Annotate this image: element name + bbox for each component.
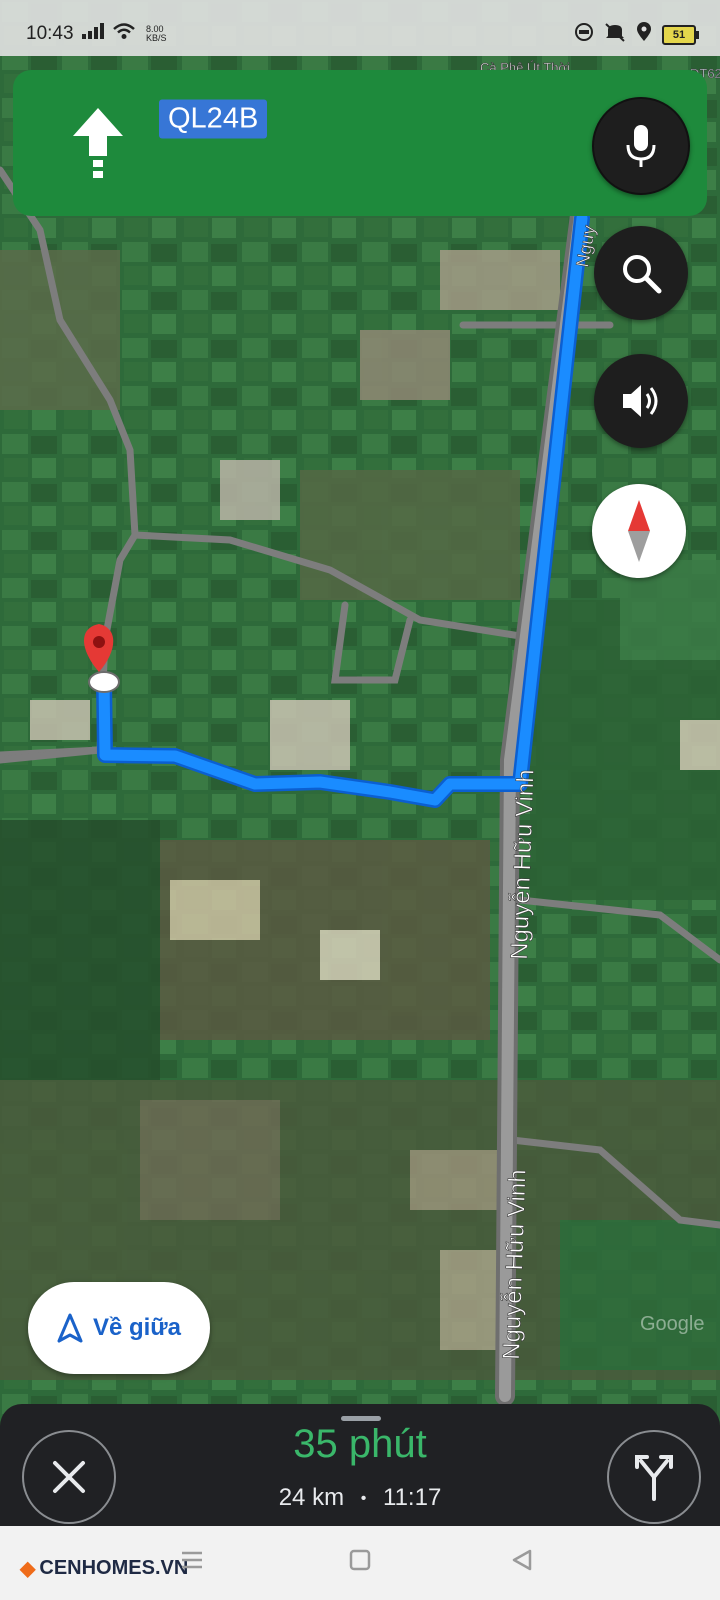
- sound-button[interactable]: [594, 354, 688, 448]
- status-time: 10:43: [26, 23, 74, 44]
- battery-indicator: 51: [662, 24, 699, 45]
- brand-watermark: ◆ CENHOMES.VN: [20, 1556, 188, 1581]
- road-name-chip: QL24B: [159, 99, 268, 139]
- alternate-routes-button[interactable]: [607, 1430, 701, 1524]
- mic-icon: [626, 125, 656, 167]
- trip-arrival-time: 11:17: [383, 1484, 442, 1511]
- navigation-arrow-icon: [57, 1313, 83, 1343]
- location-icon: [636, 22, 652, 47]
- recenter-button[interactable]: Về giữa: [28, 1282, 210, 1374]
- drag-handle[interactable]: [341, 1416, 381, 1421]
- straight-arrow-icon: [73, 108, 123, 178]
- brand-logo-icon: ◆: [20, 1558, 36, 1580]
- compass-icon: [628, 500, 650, 562]
- home-icon[interactable]: [348, 1548, 372, 1572]
- wifi-icon: [112, 22, 136, 45]
- mute-icon: [604, 22, 626, 47]
- trip-distance: 24 km: [278, 1484, 345, 1511]
- brand-name: CENHOMES.VN: [39, 1557, 189, 1579]
- route-options-icon: [635, 1455, 673, 1501]
- search-button[interactable]: [594, 226, 688, 320]
- dnd-icon: [574, 22, 594, 47]
- recents-icon[interactable]: [180, 1548, 204, 1572]
- voice-search-button[interactable]: [592, 97, 690, 195]
- system-navigation-bar: ◆ CENHOMES.VN: [0, 1526, 720, 1600]
- recenter-label: Về giữa: [92, 1314, 182, 1341]
- network-speed: 8.00 KB/S: [146, 24, 167, 43]
- speaker-icon: [623, 385, 658, 417]
- trip-separator: •: [360, 1489, 367, 1507]
- search-icon: [623, 255, 662, 294]
- compass-button[interactable]: [592, 484, 686, 578]
- map-watermark: Google: [640, 1313, 705, 1335]
- back-icon[interactable]: [510, 1548, 534, 1572]
- network-speed-unit: KB/S: [146, 32, 167, 43]
- trip-summary-panel[interactable]: 35 phút 24 km • 11:17: [0, 1404, 720, 1526]
- signal-icon: [82, 23, 104, 44]
- status-bar: 10:43 8.00 KB/S 51: [0, 0, 720, 56]
